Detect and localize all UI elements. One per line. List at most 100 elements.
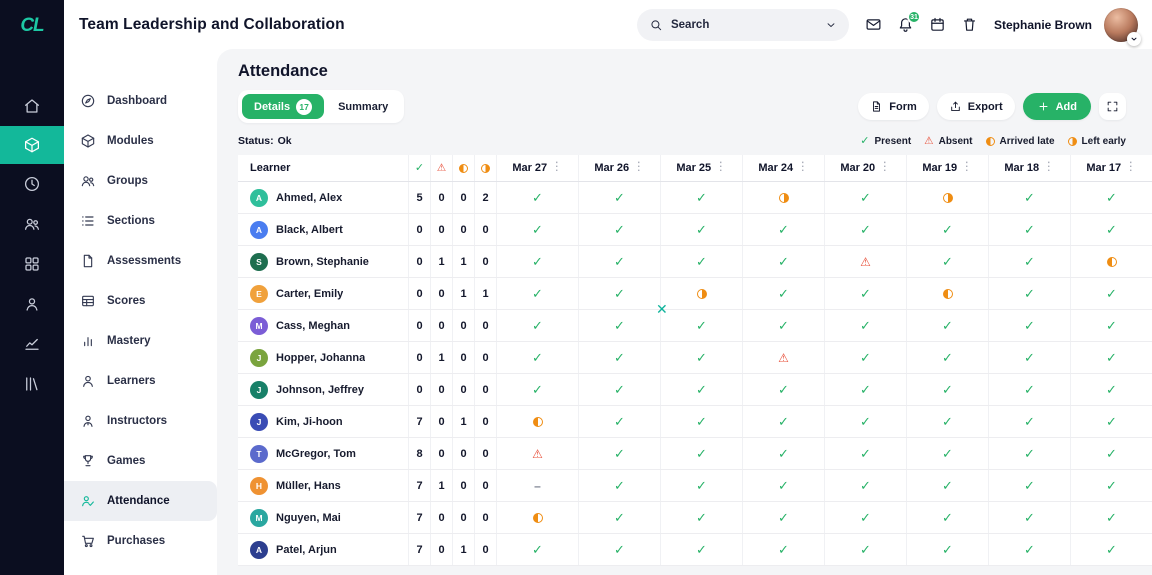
search-box[interactable]	[636, 8, 849, 41]
attendance-cell[interactable]: ✓	[660, 214, 742, 245]
attendance-cell[interactable]: ✓	[578, 342, 660, 373]
attendance-cell[interactable]: ✓	[824, 470, 906, 501]
sidebar-item-assessments[interactable]: Assessments	[64, 241, 217, 281]
attendance-cell[interactable]: ✓	[578, 438, 660, 469]
attendance-cell[interactable]: ✓	[988, 502, 1070, 533]
attendance-cell[interactable]: ✓	[988, 534, 1070, 565]
attendance-cell[interactable]: ✓	[578, 278, 660, 309]
user-menu-chevron-icon[interactable]	[1127, 31, 1141, 46]
attendance-cell[interactable]: ✓	[906, 246, 988, 277]
attendance-cell[interactable]: ✓	[906, 374, 988, 405]
rail-item-dial[interactable]	[0, 164, 64, 204]
attendance-cell[interactable]: ✓	[988, 342, 1070, 373]
attendance-cell[interactable]: ✓	[742, 438, 824, 469]
attendance-cell[interactable]: ✓	[1070, 534, 1152, 565]
rail-item-library[interactable]	[0, 364, 64, 404]
search-input[interactable]	[670, 18, 817, 31]
learner-cell[interactable]: A Patel, Arjun	[238, 534, 408, 565]
attendance-cell[interactable]: ✓	[824, 502, 906, 533]
attendance-cell[interactable]: ✓	[1070, 342, 1152, 373]
attendance-cell[interactable]: ✓	[660, 406, 742, 437]
attendance-cell[interactable]: ✓	[660, 502, 742, 533]
attendance-cell[interactable]: ✓	[578, 214, 660, 245]
sidebar-item-learners[interactable]: Learners	[64, 361, 217, 401]
attendance-cell[interactable]: ✓	[660, 534, 742, 565]
attendance-cell[interactable]: ✓	[824, 214, 906, 245]
attendance-cell[interactable]: ✓	[988, 438, 1070, 469]
attendance-cell[interactable]: ✓	[742, 406, 824, 437]
notifications-button[interactable]: 31	[897, 10, 921, 33]
attendance-cell[interactable]: ✓	[988, 214, 1070, 245]
attendance-cell[interactable]: ✓	[578, 502, 660, 533]
app-logo[interactable]: CL	[0, 0, 64, 52]
attendance-cell[interactable]: ✓	[906, 534, 988, 565]
sidebar-item-sections[interactable]: Sections	[64, 201, 217, 241]
rail-item-chart[interactable]	[0, 324, 64, 364]
learner-cell[interactable]: H Müller, Hans	[238, 470, 408, 501]
attendance-cell[interactable]: ✓	[496, 534, 578, 565]
tab-summary[interactable]: Summary	[326, 94, 400, 119]
tab-details[interactable]: Details 17	[242, 94, 325, 119]
attendance-cell[interactable]: ✓	[824, 278, 906, 309]
sidebar-item-scores[interactable]: Scores	[64, 281, 217, 321]
attendance-cell[interactable]: ✓	[496, 246, 578, 277]
attendance-cell[interactable]: ⚠	[824, 246, 906, 277]
rail-item-home[interactable]	[0, 86, 64, 126]
sidebar-item-instructors[interactable]: Instructors	[64, 401, 217, 441]
rail-item-apps[interactable]	[0, 244, 64, 284]
rail-item-user[interactable]	[0, 284, 64, 324]
attendance-cell[interactable]: ✓	[1070, 438, 1152, 469]
attendance-cell[interactable]	[906, 278, 988, 309]
attendance-cell[interactable]: ✓	[660, 374, 742, 405]
attendance-cell[interactable]	[742, 182, 824, 213]
attendance-cell[interactable]: ✓	[1070, 214, 1152, 245]
attendance-cell[interactable]: ✓	[578, 310, 660, 341]
column-menu-button[interactable]: ⋮	[961, 162, 973, 174]
attendance-cell[interactable]: ✓	[1070, 182, 1152, 213]
attendance-cell[interactable]: ✓	[578, 182, 660, 213]
attendance-cell[interactable]: ✓	[496, 342, 578, 373]
attendance-cell[interactable]: ✓	[496, 374, 578, 405]
attendance-cell[interactable]: ✓	[988, 374, 1070, 405]
attendance-cell[interactable]: ✓	[988, 246, 1070, 277]
user-menu[interactable]: Stephanie Brown	[994, 7, 1141, 46]
attendance-cell[interactable]: ✓	[660, 342, 742, 373]
sidebar-item-purchases[interactable]: Purchases	[64, 521, 217, 561]
column-menu-button[interactable]: ⋮	[551, 162, 563, 174]
attendance-cell[interactable]: ✓	[660, 470, 742, 501]
attendance-cell[interactable]: ✓	[1070, 310, 1152, 341]
attendance-cell[interactable]: ✓	[742, 310, 824, 341]
attendance-cell[interactable]: ✓	[824, 534, 906, 565]
attendance-cell[interactable]: ✓	[988, 406, 1070, 437]
attendance-cell[interactable]: ✓	[578, 470, 660, 501]
rail-item-groups[interactable]	[0, 204, 64, 244]
attendance-cell[interactable]: ✓	[578, 534, 660, 565]
rail-item-modules[interactable]	[0, 126, 64, 164]
attendance-cell[interactable]: ✓	[660, 246, 742, 277]
trash-button[interactable]	[961, 16, 978, 33]
attendance-cell[interactable]: ✓	[1070, 502, 1152, 533]
calendar-button[interactable]	[929, 16, 946, 33]
search-scope-chevron-icon[interactable]	[825, 19, 837, 31]
attendance-cell[interactable]: ✓	[496, 214, 578, 245]
attendance-cell[interactable]: ✓	[1070, 406, 1152, 437]
attendance-cell[interactable]: ✓	[824, 374, 906, 405]
add-button[interactable]: Add	[1022, 93, 1091, 120]
attendance-cell[interactable]: ✓	[824, 406, 906, 437]
attendance-cell[interactable]: ✓	[578, 246, 660, 277]
attendance-cell[interactable]: ✓	[496, 278, 578, 309]
attendance-cell[interactable]: ✓	[742, 246, 824, 277]
attendance-cell[interactable]: ✓	[1070, 374, 1152, 405]
attendance-cell[interactable]: ✓	[906, 342, 988, 373]
export-button[interactable]: Export	[936, 93, 1015, 120]
expand-button[interactable]	[1099, 93, 1126, 120]
attendance-cell[interactable]	[496, 406, 578, 437]
attendance-cell[interactable]: ✓	[742, 502, 824, 533]
attendance-cell[interactable]: ✓	[988, 310, 1070, 341]
attendance-cell[interactable]: ✓	[496, 310, 578, 341]
attendance-cell[interactable]: ✓	[988, 278, 1070, 309]
attendance-cell[interactable]: ✓	[742, 374, 824, 405]
learner-cell[interactable]: J Johnson, Jeffrey	[238, 374, 408, 405]
sidebar-item-dashboard[interactable]: Dashboard	[64, 81, 217, 121]
column-menu-button[interactable]: ⋮	[1125, 162, 1137, 174]
